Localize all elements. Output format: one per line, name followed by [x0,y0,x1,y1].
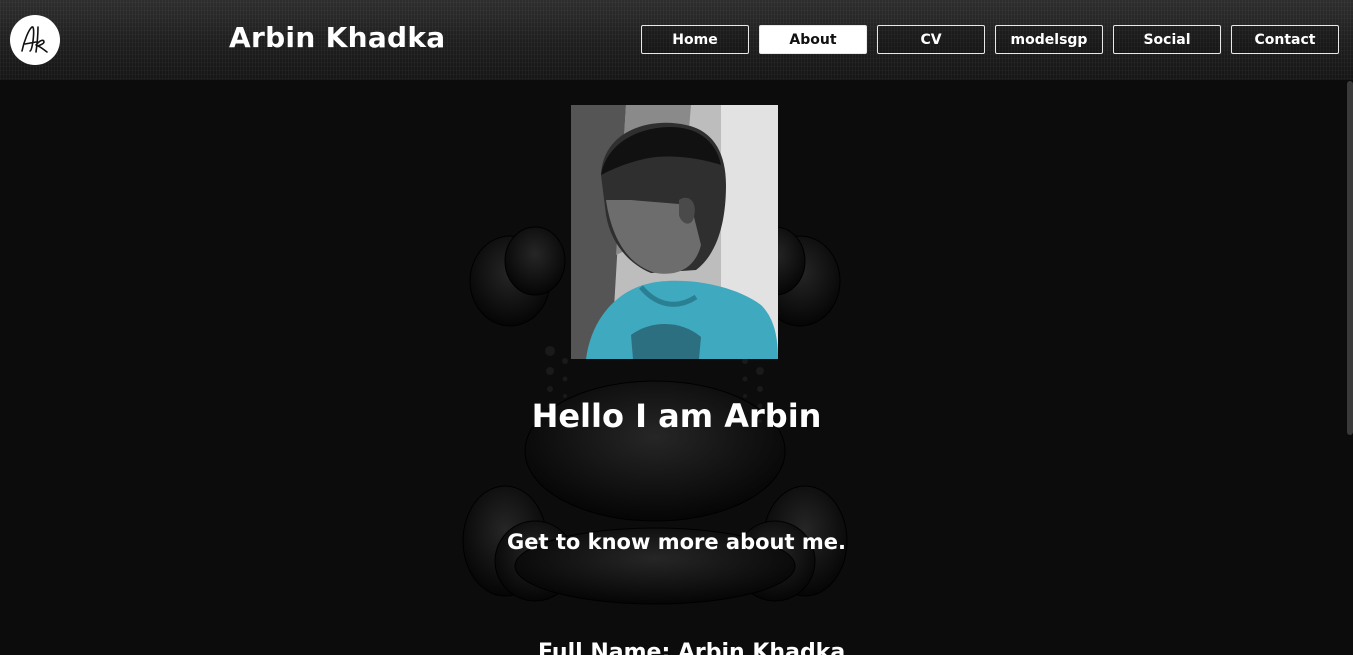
page-scrollbar[interactable] [1347,81,1353,435]
about-section: Hello I am Arbin Get to know more about … [0,81,1353,655]
nav-modelsgp-button[interactable]: modelsgp [995,25,1103,54]
nav-home-button[interactable]: Home [641,25,749,54]
nav-social-button[interactable]: Social [1113,25,1221,54]
nav-contact-button[interactable]: Contact [1231,25,1339,54]
site-title[interactable]: Arbin Khadka [229,21,446,54]
nav-cv-button[interactable]: CV [877,25,985,54]
about-heading: Hello I am Arbin [531,397,822,435]
nav-about-button[interactable]: About [759,25,867,54]
full-name-line: Full Name: Arbin Khadka [538,640,846,655]
logo-icon[interactable] [10,15,60,65]
about-tagline: Get to know more about me. [507,530,846,554]
site-header: Arbin Khadka Home About CV modelsgp Soci… [0,0,1353,80]
profile-photo [571,105,778,359]
